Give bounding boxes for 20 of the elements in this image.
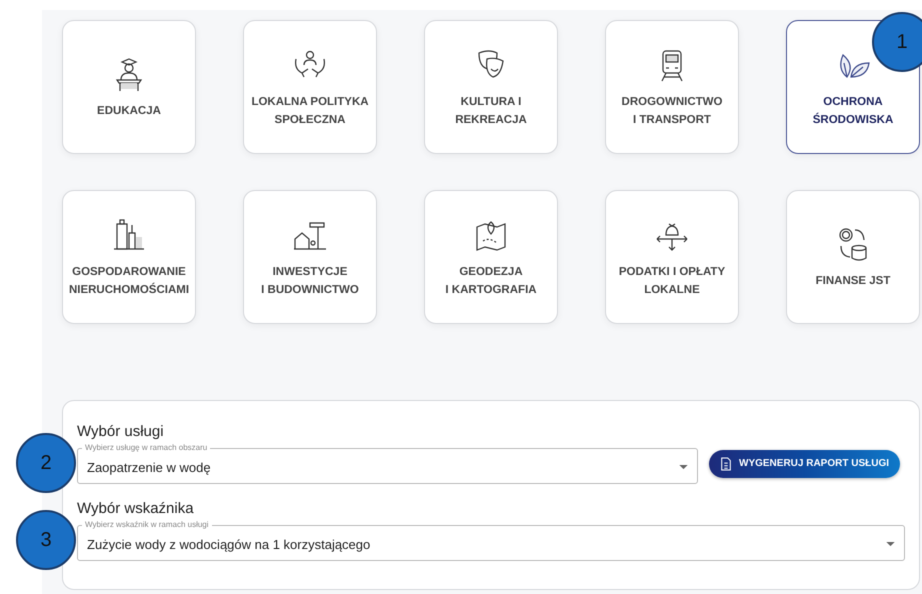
callout-tooltip: 2 [16, 433, 76, 493]
indicator-select[interactable]: Wybierz wskaźnik w ramach usługi Zużycie wody z wodociągów na 1 korzystającego [77, 520, 905, 561]
area-card[interactable]: KULTURA I REKREACJA [424, 20, 558, 154]
area-card[interactable]: PODATKI I OPŁATY LOKALNE [605, 190, 739, 324]
generate-report-button[interactable]: WYGENERUJ RAPORT USŁUGI [709, 450, 900, 478]
area-card[interactable]: INWESTYCJE I BUDOWNICTWO [243, 190, 377, 324]
service-select[interactable]: Wybierz usługę w ramach obszaru Zaopatrzenie w wodę [77, 443, 698, 484]
area-card[interactable]: FINANSE JST [786, 190, 920, 324]
caret-icon [886, 542, 895, 546]
area-card[interactable]: GOSPODAROWANIE NIERUCHOMOŚCIAMI [62, 190, 196, 324]
area-card[interactable]: LOKALNA POLITYKA SPOŁECZNA [243, 20, 377, 154]
area-card[interactable]: EDUKACJA [62, 20, 196, 154]
caret-icon [679, 464, 688, 470]
section-title: Wybór usługi [77, 423, 165, 440]
callout-tooltip: 3 [16, 510, 76, 570]
area-card[interactable]: DROGOWNICTWO I TRANSPORT [605, 20, 739, 154]
document-icon [720, 456, 732, 470]
area-card[interactable]: GEODEZJA I KARTOGRAFIA [424, 190, 558, 324]
callout-tooltip: 1 [872, 12, 922, 72]
section-title: Wybór wskaźnika [77, 500, 195, 517]
